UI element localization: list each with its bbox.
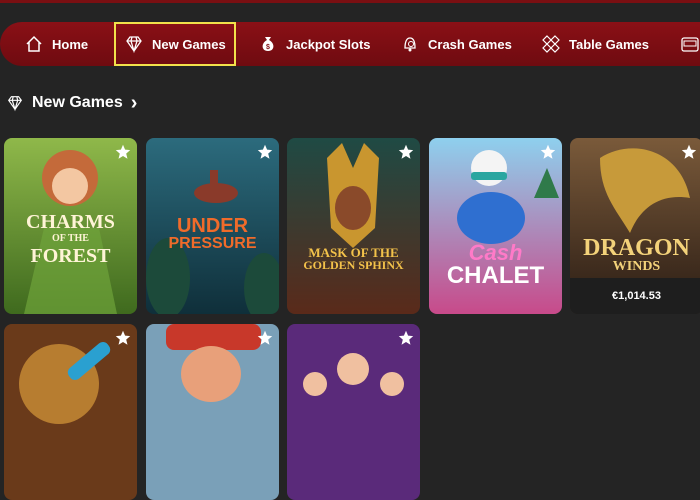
diamond-icon: [126, 36, 142, 54]
nav-item-home[interactable]: Home: [24, 22, 88, 66]
nav-label-new-games: New Games: [152, 36, 226, 52]
game-art: [146, 324, 279, 500]
bell-coin-icon: [404, 37, 416, 52]
home-icon: [26, 35, 42, 52]
game-title: DRAGON WINDS: [583, 235, 690, 274]
star-icon[interactable]: [398, 330, 414, 346]
star-icon[interactable]: [115, 330, 131, 346]
star-icon[interactable]: [257, 144, 273, 160]
svg-text:$: $: [266, 44, 270, 51]
game-title: MASK OF THE GOLDEN SPHINX: [303, 245, 404, 272]
nav-item-new-games[interactable]: New Games: [114, 22, 236, 66]
money-bag-icon: $: [262, 37, 274, 51]
star-icon[interactable]: [115, 144, 131, 160]
star-icon[interactable]: [257, 330, 273, 346]
dice-icon: [542, 35, 560, 53]
nav-label-table-games: Table Games: [569, 36, 649, 52]
game-tile-charms-of-the-forest[interactable]: CHARMS OF THE FOREST: [4, 138, 137, 314]
game-art: [570, 138, 700, 314]
star-icon[interactable]: [681, 144, 697, 160]
nav-item-overflow[interactable]: [680, 22, 700, 66]
nav-item-table-games[interactable]: Table Games: [541, 22, 649, 66]
section-title: New Games: [32, 94, 123, 111]
top-accent-line: [0, 0, 700, 3]
game-tile-mask-of-the-golden-sphinx[interactable]: MASK OF THE GOLDEN SPHINX: [287, 138, 420, 314]
game-art: [287, 138, 420, 314]
chevron-right-icon: ›: [130, 91, 138, 114]
game-tile-cash-chalet[interactable]: Cash CHALET: [429, 138, 562, 314]
game-tile-partial[interactable]: [146, 324, 279, 500]
game-art: [287, 324, 420, 500]
nav-label-crash-games: Crash Games: [428, 36, 512, 52]
star-icon[interactable]: [398, 144, 414, 160]
section-header-new-games[interactable]: New Games ›: [6, 91, 137, 115]
game-art: [4, 324, 137, 500]
game-title: UNDER PRESSURE: [168, 215, 257, 252]
nav-item-jackpot-slots[interactable]: $ Jackpot Slots: [258, 22, 371, 66]
game-tile-partial[interactable]: [287, 324, 420, 500]
slot-machine-icon: [681, 37, 699, 52]
nav-label-jackpot-slots: Jackpot Slots: [286, 36, 371, 52]
game-title: CHARMS OF THE FOREST: [26, 211, 115, 267]
nav-item-crash-games[interactable]: Crash Games: [400, 22, 512, 66]
jackpot-amount: €1,014.53: [612, 290, 661, 302]
game-tile-under-pressure[interactable]: UNDER PRESSURE: [146, 138, 279, 314]
main-nav-bar: Home New Games $ Jackpot Slots Crash Gam…: [0, 22, 700, 66]
diamond-icon: [7, 96, 23, 112]
nav-label-home: Home: [52, 36, 89, 52]
game-tile-partial[interactable]: [4, 324, 137, 500]
game-tile-dragon-winds[interactable]: DRAGON WINDS €1,014.53: [570, 138, 700, 314]
game-title: Cash CHALET: [446, 240, 545, 289]
star-icon[interactable]: [540, 144, 556, 160]
